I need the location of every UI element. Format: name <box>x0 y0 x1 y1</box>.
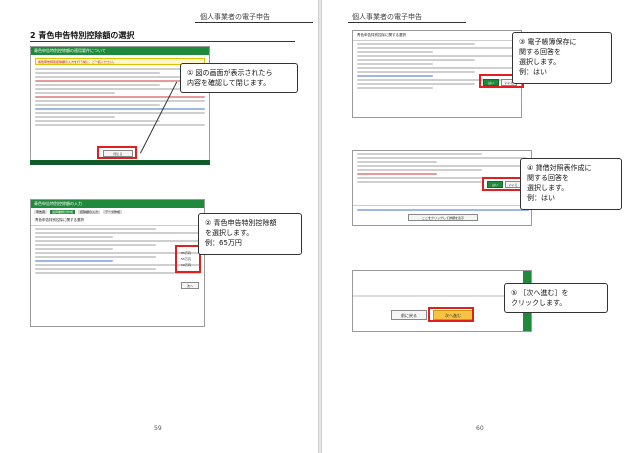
page-number: 59 <box>154 425 162 432</box>
callout-2: ② 青色申告特別控除額 を選択します。 例：65万円 <box>198 213 302 255</box>
page-header: 個人事業者の電子申告 <box>348 12 466 23</box>
callout-1: ① 図の画面が表示されたら 内容を確認して閉じます。 <box>180 63 298 93</box>
input-screen-heading: 青色申告特別控除に関する選択 <box>31 216 204 226</box>
step-4: データ作成 <box>103 210 123 214</box>
close-button-highlight <box>97 146 137 159</box>
section-title: 2 青色申告特別控除額の選択 <box>30 31 135 40</box>
screen-b-info-link[interactable]: ここをクリックして詳細を表示 <box>408 214 478 221</box>
step-3: 控除額の入力 <box>78 210 101 214</box>
screen-b-info: ここをクリックして詳細を表示 <box>353 205 531 223</box>
step-2: 決算書類の作成 <box>50 210 76 214</box>
input-screen-title: 青色申告特別控除額の入力 <box>31 200 204 208</box>
right-page: 個人事業者の電子申告 青色申告特別控除に関する選択 はい いいえ ③ 電子帳簿保… <box>322 0 640 453</box>
modal-footer-bar <box>30 160 210 165</box>
section-rule <box>30 41 295 42</box>
callout-5: ⑤ ［次へ進む］を クリックします。 <box>504 283 608 313</box>
header-rule <box>348 22 466 23</box>
next-button-highlight <box>428 307 474 322</box>
header-rule <box>195 22 313 23</box>
callout-4: ④ 貸借対照表作成に 関する回答を 選択します。 例：はい <box>520 158 622 210</box>
left-page: 個人事業者の電子申告 2 青色申告特別控除額の選択 青色申告特別控除額の適用要件… <box>0 0 318 453</box>
screen-a-title: 青色申告特別控除に関する選択 <box>353 31 521 41</box>
page-number: 60 <box>476 425 484 432</box>
step-tabs: 申告者 決算書類の作成 控除額の入力 データ作成 <box>31 208 204 216</box>
back-button[interactable]: 前に戻る <box>391 310 427 320</box>
input-next-button[interactable]: 次へ <box>181 282 199 289</box>
step-1: 申告者 <box>34 210 48 214</box>
callout-3: ③ 電子帳簿保存に 関する回答を 選択します。 例：はい <box>512 32 612 84</box>
page-header: 個人事業者の電子申告 <box>195 12 313 23</box>
modal-title: 青色申告特別控除額の適用要件について <box>31 47 209 55</box>
